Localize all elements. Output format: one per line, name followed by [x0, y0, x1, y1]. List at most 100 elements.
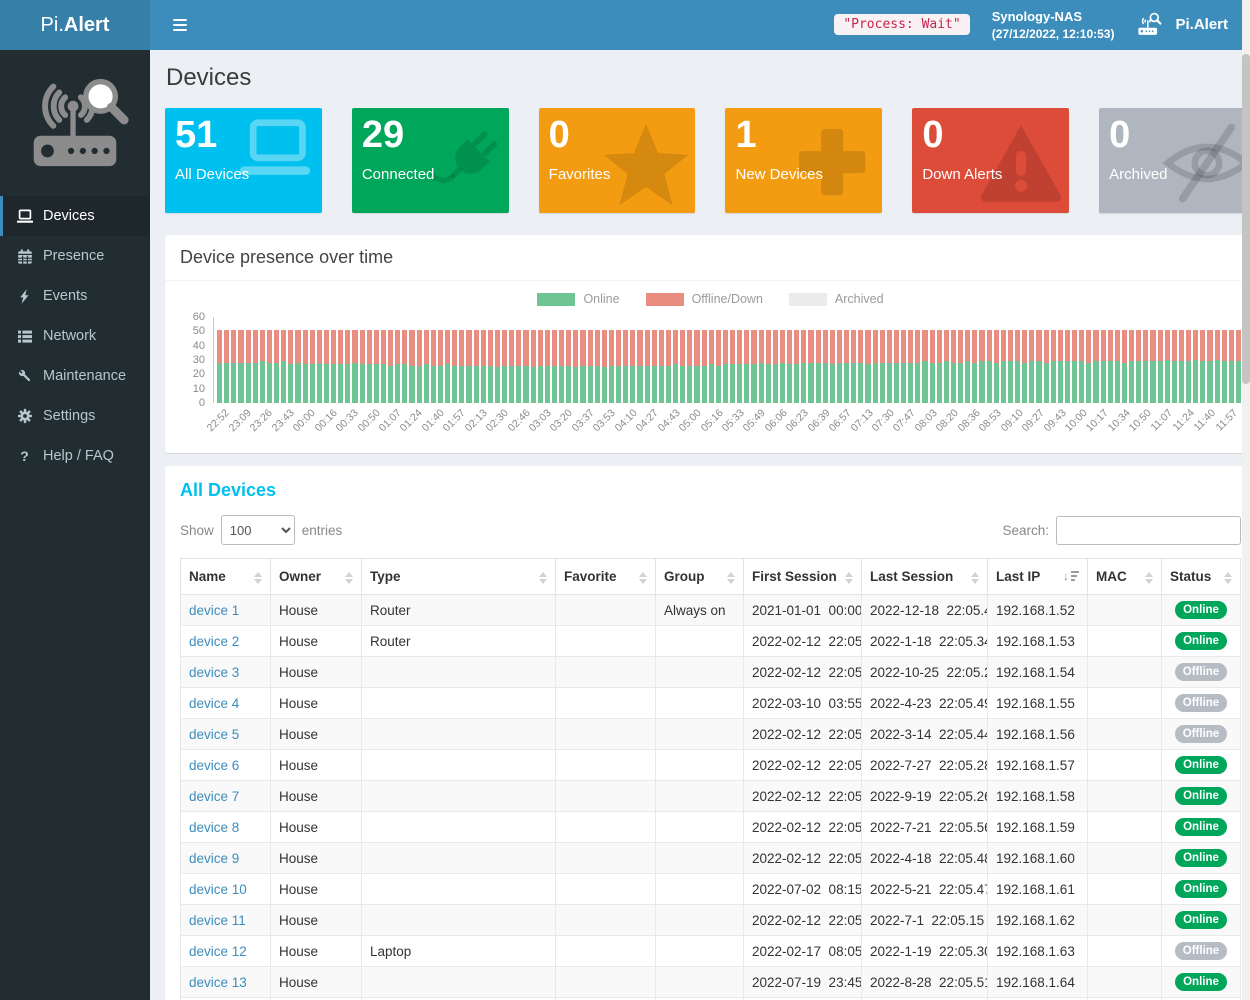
y-tick-label: 50 — [193, 325, 205, 337]
sidebar-item-help-faq[interactable]: ? Help / FAQ — [0, 436, 150, 476]
legend-item[interactable]: Offline/Down — [646, 292, 763, 306]
column-header-type[interactable]: Type — [362, 559, 556, 595]
cell-last-session: 2022-7-21 22:05.56 — [862, 812, 988, 843]
presence-bar — [1215, 330, 1220, 403]
cell-group — [656, 781, 744, 812]
archived-count: 0 — [1109, 114, 1246, 157]
presence-bar — [837, 330, 842, 403]
presence-bar — [502, 330, 507, 403]
presence-bar — [424, 330, 429, 403]
legend-swatch — [537, 293, 575, 306]
sidebar-item-label: Presence — [43, 248, 104, 264]
presence-bar — [1236, 330, 1241, 403]
brand-link[interactable]: Pi.Alert — [1136, 11, 1228, 38]
device-link[interactable]: device 8 — [189, 820, 239, 835]
column-header-owner[interactable]: Owner — [271, 559, 362, 595]
presence-bar — [495, 330, 500, 403]
presence-bar — [1222, 330, 1227, 403]
search-label: Search: — [1002, 523, 1049, 538]
presence-bar — [345, 330, 350, 403]
table-row: device 7House2022-02-12 22:052022-9-19 2… — [181, 781, 1241, 812]
sidebar-item-devices[interactable]: Devices — [0, 196, 150, 236]
presence-bar — [409, 330, 414, 403]
cell-type — [362, 750, 556, 781]
search-input[interactable] — [1056, 516, 1241, 545]
device-link[interactable]: device 9 — [189, 851, 239, 866]
cell-last-ip: 192.168.1.60 — [988, 843, 1088, 874]
column-header-favorite[interactable]: Favorite — [556, 559, 656, 595]
sidebar-toggle-button[interactable] — [165, 11, 195, 40]
presence-bar — [531, 330, 536, 403]
presence-bar — [1093, 330, 1098, 403]
favorites-box[interactable]: 0 Favorites — [539, 108, 696, 213]
cell-group — [656, 750, 744, 781]
cell-owner: House — [271, 657, 362, 688]
column-header-status[interactable]: Status — [1162, 559, 1241, 595]
sidebar-item-events[interactable]: Events — [0, 276, 150, 316]
device-link[interactable]: device 1 — [189, 603, 239, 618]
presence-bar — [922, 330, 927, 403]
sidebar-item-settings[interactable]: Settings — [0, 396, 150, 436]
cell-last-ip: 192.168.1.55 — [988, 688, 1088, 719]
cell-favorite — [556, 595, 656, 626]
cell-mac — [1088, 750, 1162, 781]
device-link[interactable]: device 7 — [189, 789, 239, 804]
page-scrollbar[interactable] — [1242, 0, 1250, 1000]
connected-box[interactable]: 29 Connected — [352, 108, 509, 213]
status-badge: Offline — [1175, 663, 1227, 681]
table-row: device 2HouseRouter2022-02-12 22:052022-… — [181, 626, 1241, 657]
all-devices-box[interactable]: 51 All Devices — [165, 108, 322, 213]
cell-mac — [1088, 657, 1162, 688]
column-header-name[interactable]: Name — [181, 559, 271, 595]
all-devices-count: 51 — [175, 114, 312, 157]
presence-bar — [1115, 330, 1120, 403]
sidebar-item-network[interactable]: Network — [0, 316, 150, 356]
column-header-last-session[interactable]: Last Session — [862, 559, 988, 595]
chart-bars — [213, 317, 1242, 403]
cell-last-ip: 192.168.1.52 — [988, 595, 1088, 626]
device-link[interactable]: device 6 — [189, 758, 239, 773]
presence-bar — [374, 330, 379, 403]
page-length-select[interactable]: 100 — [221, 515, 295, 545]
app-logo[interactable]: Pi.Alert — [0, 0, 150, 50]
presence-bar — [801, 330, 806, 403]
presence-bar — [1136, 330, 1141, 403]
cell-last-ip: 192.168.1.64 — [988, 967, 1088, 998]
down-alerts-box[interactable]: 0 Down Alerts — [912, 108, 1069, 213]
laptop-icon — [16, 209, 33, 224]
new-devices-box[interactable]: 1 New Devices — [725, 108, 882, 213]
cell-last-session: 2022-4-23 22:05.49 — [862, 688, 988, 719]
device-link[interactable]: device 11 — [189, 913, 246, 928]
column-header-last-ip[interactable]: Last IP↓ — [988, 559, 1088, 595]
presence-bar — [1022, 330, 1027, 403]
legend-item[interactable]: Online — [537, 292, 619, 306]
presence-bar — [965, 330, 970, 403]
presence-bar — [388, 330, 393, 403]
device-link[interactable]: device 3 — [189, 665, 239, 680]
presence-bar — [908, 330, 913, 403]
cell-group: Always on — [656, 595, 744, 626]
column-header-first-session[interactable]: First Session — [744, 559, 862, 595]
cell-type — [362, 812, 556, 843]
sidebar-item-maintenance[interactable]: Maintenance — [0, 356, 150, 396]
device-link[interactable]: device 13 — [189, 975, 247, 990]
device-link[interactable]: device 5 — [189, 727, 239, 742]
cell-last-ip: 192.168.1.59 — [988, 812, 1088, 843]
scrollbar-thumb[interactable] — [1242, 54, 1250, 384]
device-link[interactable]: device 2 — [189, 634, 239, 649]
chart-x-axis: 22:5223:0923:2623:4300:0000:1600:3300:50… — [213, 403, 1242, 449]
cell-mac — [1088, 595, 1162, 626]
legend-swatch — [646, 293, 684, 306]
legend-item[interactable]: Archived — [789, 292, 884, 306]
column-header-mac[interactable]: MAC — [1088, 559, 1162, 595]
x-tick-label: 22:52 — [205, 407, 232, 434]
cell-first-session: 2022-02-12 22:05 — [744, 781, 862, 812]
sidebar-item-presence[interactable]: Presence — [0, 236, 150, 276]
device-link[interactable]: device 4 — [189, 696, 239, 711]
new-devices-count: 1 — [735, 114, 872, 157]
archived-box[interactable]: 0 Archived — [1099, 108, 1250, 213]
column-header-group[interactable]: Group — [656, 559, 744, 595]
device-link[interactable]: device 12 — [189, 944, 247, 959]
presence-bar — [666, 330, 671, 403]
device-link[interactable]: device 10 — [189, 882, 247, 897]
